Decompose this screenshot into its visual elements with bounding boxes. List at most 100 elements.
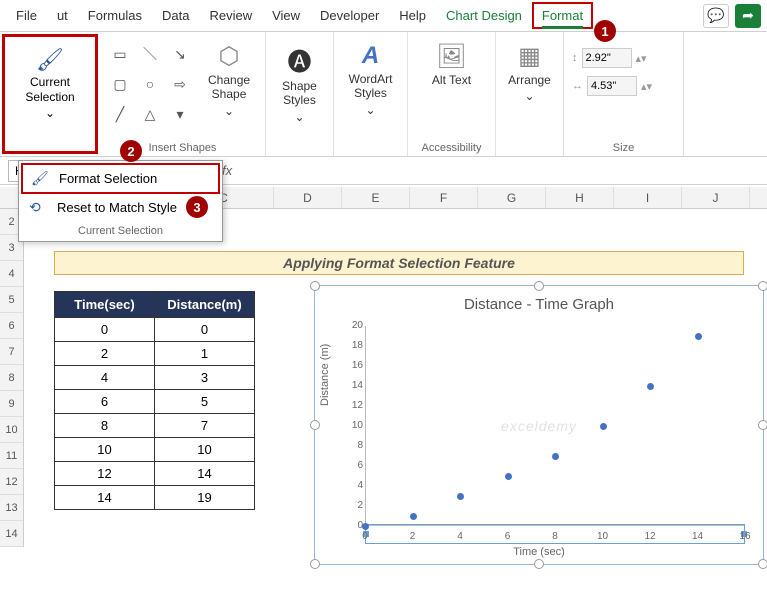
group-insert-shapes: ▭ ＼ ↘ ▢ ○ ⇨ ╱ △ ▾ ⬡ Change Shape ⌄ Inser… (100, 32, 266, 156)
x-axis-label[interactable]: Time (sec) (315, 546, 763, 558)
format-selection-item[interactable]: 🖌 Format Selection (21, 163, 220, 194)
tab-cut-partial[interactable]: ut (47, 2, 78, 29)
col-header[interactable]: G (478, 187, 546, 208)
row-header[interactable]: 10 (0, 417, 23, 443)
alt-text-button[interactable]: 🖼 Alt Text (416, 36, 487, 93)
tab-formulas[interactable]: Formulas (78, 2, 152, 29)
share-icon[interactable]: ➦ (735, 4, 761, 28)
table-header-distance[interactable]: Distance(m) (155, 292, 255, 318)
alt-text-icon: 🖼 (436, 42, 466, 71)
row-header[interactable]: 12 (0, 469, 23, 495)
callout-badge-1: 1 (594, 20, 616, 42)
data-point[interactable] (362, 523, 369, 530)
resize-handle[interactable] (534, 281, 544, 291)
chevron-down-icon: ⌄ (45, 106, 55, 120)
resize-handle[interactable] (758, 559, 767, 569)
tab-chart-design[interactable]: Chart Design (436, 2, 532, 29)
row-header[interactable]: 9 (0, 391, 23, 417)
current-selection-button[interactable]: 🖌 Current Selection ⌄ (13, 41, 87, 127)
tab-view[interactable]: View (262, 2, 310, 29)
y-axis-label[interactable]: Distance (m) (319, 344, 331, 406)
resize-handle[interactable] (310, 559, 320, 569)
tri-icon[interactable]: △ (138, 102, 162, 126)
stepper-icon[interactable]: ▴▾ (636, 52, 647, 65)
data-point[interactable] (695, 333, 702, 340)
data-point[interactable] (457, 493, 464, 500)
arrange-icon: ▦ (518, 42, 541, 71)
col-header[interactable]: F (410, 187, 478, 208)
group-wordart-styles: A WordArt Styles ⌄ (334, 32, 408, 156)
oval-icon[interactable]: ○ (138, 72, 162, 96)
change-shape-icon: ⬡ (219, 42, 240, 71)
data-point[interactable] (410, 513, 417, 520)
x-tick: 0 (355, 531, 375, 542)
callout-badge-2: 2 (120, 140, 142, 162)
table-row: 43 (55, 366, 255, 390)
col-header[interactable]: D (274, 187, 342, 208)
data-point[interactable] (505, 473, 512, 480)
data-point[interactable] (600, 423, 607, 430)
y-tick: 2 (341, 500, 363, 511)
chart-container[interactable]: Distance - Time Graph Distance (m) Time … (314, 285, 764, 565)
more-icon[interactable]: ▾ (168, 102, 192, 126)
shape-styles-button[interactable]: 🅐 Shape Styles ⌄ (274, 36, 325, 130)
height-input[interactable] (582, 48, 632, 68)
tab-review[interactable]: Review (199, 2, 262, 29)
table-row: 21 (55, 342, 255, 366)
stepper-icon[interactable]: ▴▾ (641, 80, 652, 93)
row-header[interactable]: 7 (0, 339, 23, 365)
textbox-icon[interactable]: ▭ (108, 42, 132, 66)
format-selection-icon: 🖌 (31, 170, 51, 187)
data-point[interactable] (552, 453, 559, 460)
line-icon[interactable]: ＼ (138, 42, 162, 66)
resize-handle[interactable] (310, 281, 320, 291)
table-row: 1419 (55, 486, 255, 510)
height-icon: ↕ (572, 52, 578, 64)
tab-data[interactable]: Data (152, 2, 199, 29)
row-header[interactable]: 4 (0, 261, 23, 287)
shapes-gallery[interactable]: ▭ ＼ ↘ ▢ ○ ⇨ ╱ △ ▾ (108, 36, 192, 132)
row-header[interactable]: 8 (0, 365, 23, 391)
row-header[interactable]: 6 (0, 313, 23, 339)
x-tick: 14 (688, 531, 708, 542)
data-point[interactable] (647, 383, 654, 390)
col-header[interactable]: E (342, 187, 410, 208)
col-header[interactable]: J (682, 187, 750, 208)
table-row: 00 (55, 318, 255, 342)
tab-help[interactable]: Help (389, 2, 436, 29)
row-header[interactable]: 13 (0, 495, 23, 521)
row-header[interactable]: 14 (0, 521, 23, 547)
tab-developer[interactable]: Developer (310, 2, 389, 29)
arrow-icon[interactable]: ↘ (168, 42, 192, 66)
width-input[interactable] (587, 76, 637, 96)
table-row: 1010 (55, 438, 255, 462)
table-header-time[interactable]: Time(sec) (55, 292, 155, 318)
rect-icon[interactable]: ▢ (108, 72, 132, 96)
col-header[interactable]: I (614, 187, 682, 208)
x-tick: 4 (450, 531, 470, 542)
shape-styles-icon: 🅐 (288, 42, 312, 77)
col-header[interactable]: H (546, 187, 614, 208)
arrow2-icon[interactable]: ⇨ (168, 72, 192, 96)
resize-handle[interactable] (758, 281, 767, 291)
wordart-icon: A (362, 42, 379, 70)
resize-handle[interactable] (534, 559, 544, 569)
tab-format[interactable]: Format (532, 2, 593, 29)
change-shape-button[interactable]: ⬡ Change Shape ⌄ (200, 36, 258, 124)
arrange-button[interactable]: ▦ Arrange ⌄ (504, 36, 555, 109)
table-row: 65 (55, 390, 255, 414)
callout-badge-3: 3 (186, 196, 208, 218)
worksheet-area[interactable]: Applying Format Selection Feature Time(s… (24, 209, 767, 597)
row-header[interactable]: 11 (0, 443, 23, 469)
current-selection-label: Current Selection (17, 75, 83, 104)
comments-icon[interactable]: 💬 (703, 4, 729, 28)
format-brush-icon: 🖌 (36, 47, 64, 73)
chevron-down-icon: ⌄ (224, 104, 234, 118)
line2-icon[interactable]: ╱ (108, 102, 132, 126)
tab-file[interactable]: File (6, 2, 47, 29)
group-arrange: ▦ Arrange ⌄ (496, 32, 564, 156)
chevron-down-icon: ⌄ (294, 110, 304, 124)
wordart-styles-button[interactable]: A WordArt Styles ⌄ (342, 36, 399, 123)
row-header[interactable]: 5 (0, 287, 23, 313)
plot-area[interactable]: 02468101214161820 0246810121416 (365, 326, 745, 526)
